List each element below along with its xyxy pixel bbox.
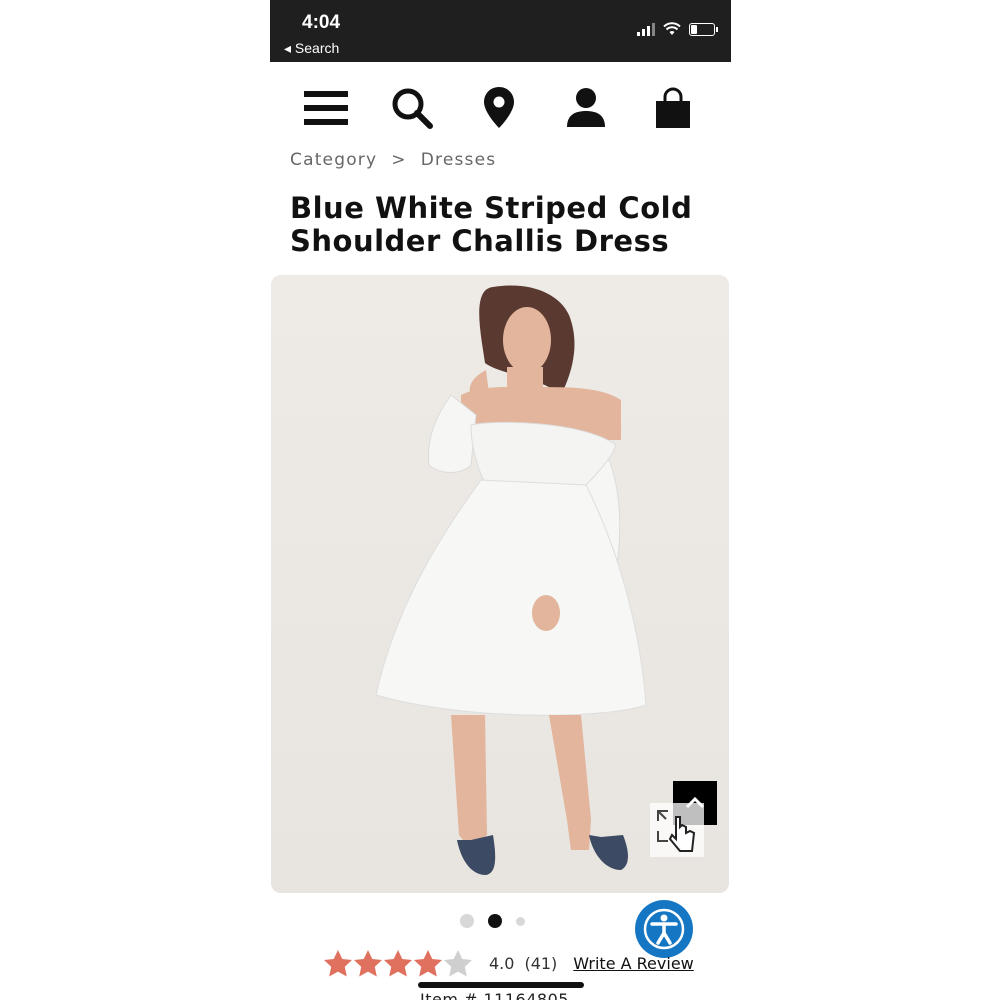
- location-pin-icon[interactable]: [475, 86, 523, 130]
- star-icon: [324, 949, 352, 976]
- shopping-bag-icon[interactable]: [649, 86, 697, 130]
- phone-screen: 4:04 ◂ Search Category > Dresses Blue Wh…: [270, 0, 731, 1000]
- search-icon[interactable]: [388, 86, 436, 130]
- status-time: 4:04: [302, 12, 341, 33]
- carousel-dots: [460, 914, 525, 928]
- signal-icon: [637, 22, 655, 36]
- menu-icon[interactable]: [302, 86, 350, 130]
- breadcrumb: Category > Dresses: [290, 150, 496, 170]
- carousel-dot-3[interactable]: [516, 916, 525, 926]
- breadcrumb-separator: >: [391, 150, 407, 170]
- item-number: Item # 11164805: [420, 990, 569, 1000]
- account-icon[interactable]: [562, 86, 610, 130]
- accessibility-icon: [643, 908, 685, 950]
- rating-value: 4.0: [489, 953, 515, 973]
- star-rating: [323, 949, 473, 978]
- carousel-dot-2[interactable]: [488, 914, 502, 928]
- star-icon: [444, 949, 472, 976]
- breadcrumb-category[interactable]: Category: [290, 150, 377, 170]
- rating-count[interactable]: (41): [524, 954, 557, 973]
- breadcrumb-dresses[interactable]: Dresses: [421, 150, 497, 170]
- wifi-icon: [663, 22, 681, 35]
- star-icon: [354, 949, 382, 976]
- status-bar: 4:04 ◂ Search: [270, 0, 731, 62]
- back-to-search-link[interactable]: ◂ Search: [284, 40, 339, 57]
- write-review-link[interactable]: Write A Review: [573, 954, 693, 973]
- rating-row: 4.0 (41) Write A Review: [323, 948, 694, 978]
- product-image[interactable]: [271, 275, 729, 893]
- expand-icon: [657, 810, 696, 852]
- battery-icon: [689, 22, 718, 36]
- carousel-dot-1[interactable]: [460, 914, 474, 928]
- star-icon: [384, 949, 412, 976]
- hand-pointer-icon: [668, 816, 696, 852]
- status-icons: [637, 22, 718, 36]
- home-indicator: [418, 982, 584, 988]
- top-nav: [270, 78, 731, 138]
- product-title: Blue White Striped Cold Shoulder Challis…: [290, 191, 693, 258]
- star-icon: [414, 949, 442, 976]
- zoom-button[interactable]: [650, 803, 704, 857]
